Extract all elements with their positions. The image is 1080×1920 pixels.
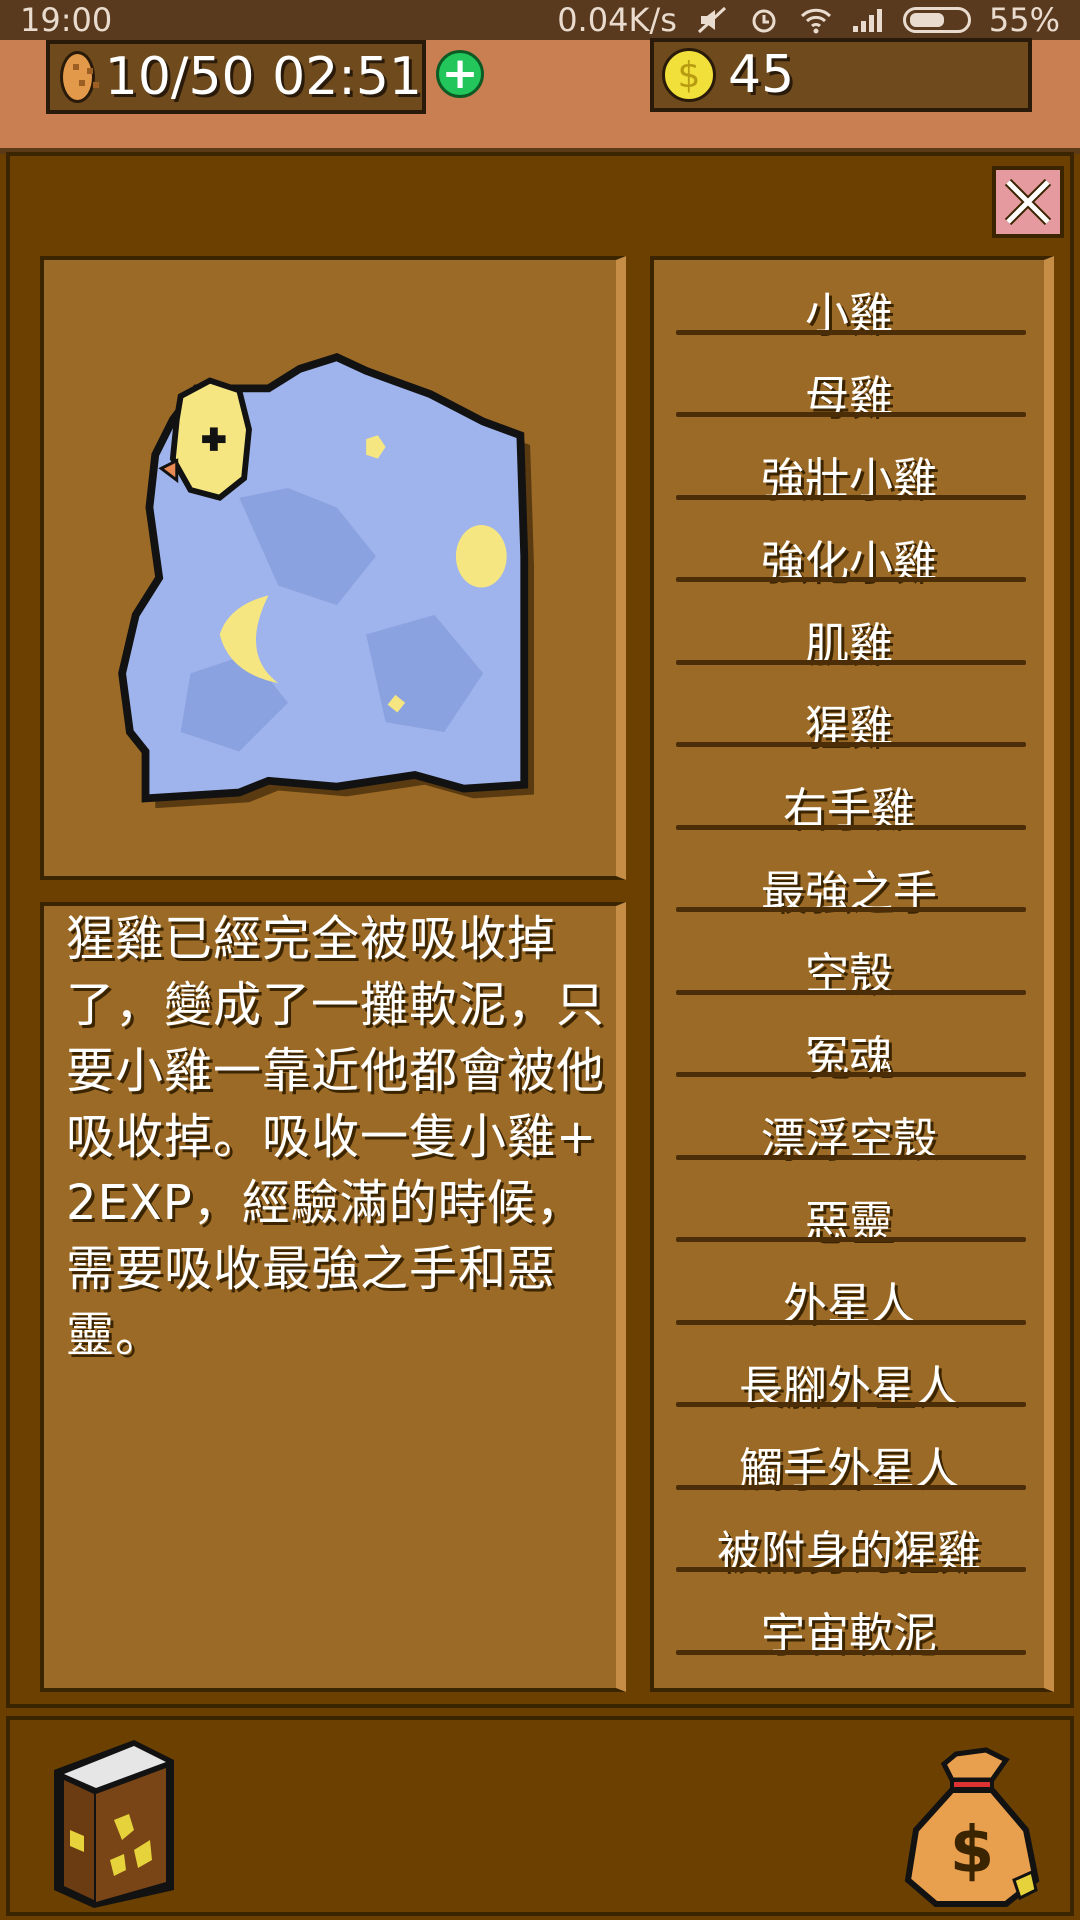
list-item[interactable]: 惡靈 xyxy=(654,1168,1044,1251)
money-bag-icon[interactable]: $ xyxy=(896,1740,1046,1910)
list-item[interactable]: 右手雞 xyxy=(654,755,1044,838)
alarm-icon xyxy=(752,9,776,33)
add-energy-button[interactable]: + xyxy=(436,50,484,98)
list-item[interactable]: 冤魂 xyxy=(654,1003,1044,1086)
list-item[interactable]: 最強之手 xyxy=(654,838,1044,921)
encyclopedia-panel: 猩雞已經完全被吸收掉了，變成了一攤軟泥，只要小雞一靠近他都會被他吸收掉。吸收一隻… xyxy=(6,152,1074,1708)
gold-counter: $ 45 xyxy=(650,38,1032,112)
list-item[interactable]: 長腳外星人 xyxy=(654,1333,1044,1416)
coin-icon: $ xyxy=(662,48,716,102)
creature-description: 猩雞已經完全被吸收掉了，變成了一攤軟泥，只要小雞一靠近他都會被他吸收掉。吸收一隻… xyxy=(66,911,606,1363)
energy-timer: 02:51 xyxy=(272,47,422,107)
slime-chicken-image xyxy=(118,352,535,809)
signal-icon xyxy=(852,9,882,32)
close-button[interactable] xyxy=(992,166,1064,238)
close-icon xyxy=(1004,178,1052,226)
list-item[interactable]: 漂浮空殼 xyxy=(654,1085,1044,1168)
list-item[interactable]: 猩雞 xyxy=(654,673,1044,756)
bottom-bar: $ xyxy=(6,1716,1074,1916)
battery-icon xyxy=(902,7,971,33)
network-speed: 0.04K/s xyxy=(557,1,677,39)
list-item[interactable]: 肌雞 xyxy=(654,590,1044,673)
battery-level: 55% xyxy=(988,1,1060,39)
list-item[interactable]: 強化小雞 xyxy=(654,508,1044,591)
wifi-icon xyxy=(800,8,831,34)
list-item[interactable]: 外星人 xyxy=(654,1250,1044,1333)
status-time: 19:00 xyxy=(20,1,113,39)
list-item[interactable]: 母雞 xyxy=(654,343,1044,426)
list-item[interactable]: 宇宙大魔王 xyxy=(654,1663,1044,1689)
creature-list[interactable]: 小雞 母雞 強壯小雞 強化小雞 肌雞 猩雞 右手雞 最強之手 空殼 冤魂 漂浮空… xyxy=(650,256,1054,1692)
creature-image-card xyxy=(40,256,626,880)
list-item[interactable]: 觸手外星人 xyxy=(654,1415,1044,1498)
energy-counter: 10/50 02:51 xyxy=(46,40,426,114)
creature-description-card: 猩雞已經完全被吸收掉了，變成了一攤軟泥，只要小雞一靠近他都會被他吸收掉。吸收一隻… xyxy=(40,902,626,1692)
energy-value: 10/50 xyxy=(104,47,255,107)
list-item[interactable]: 宇宙軟泥 xyxy=(654,1580,1044,1663)
status-bar: 19:00 0.04K/s 55% xyxy=(0,0,1080,40)
list-item[interactable]: 被附身的猩雞 xyxy=(654,1498,1044,1581)
svg-text:$: $ xyxy=(950,1814,995,1888)
hud: 10/50 02:51 + $ 45 xyxy=(0,38,1080,154)
list-item[interactable]: 空殼 xyxy=(654,920,1044,1003)
gold-value: 45 xyxy=(728,45,795,105)
list-item[interactable]: 強壯小雞 xyxy=(654,425,1044,508)
mute-icon xyxy=(697,6,726,34)
list-item[interactable]: 小雞 xyxy=(654,260,1044,343)
cookie-icon xyxy=(60,51,95,103)
book-icon[interactable] xyxy=(34,1730,194,1910)
